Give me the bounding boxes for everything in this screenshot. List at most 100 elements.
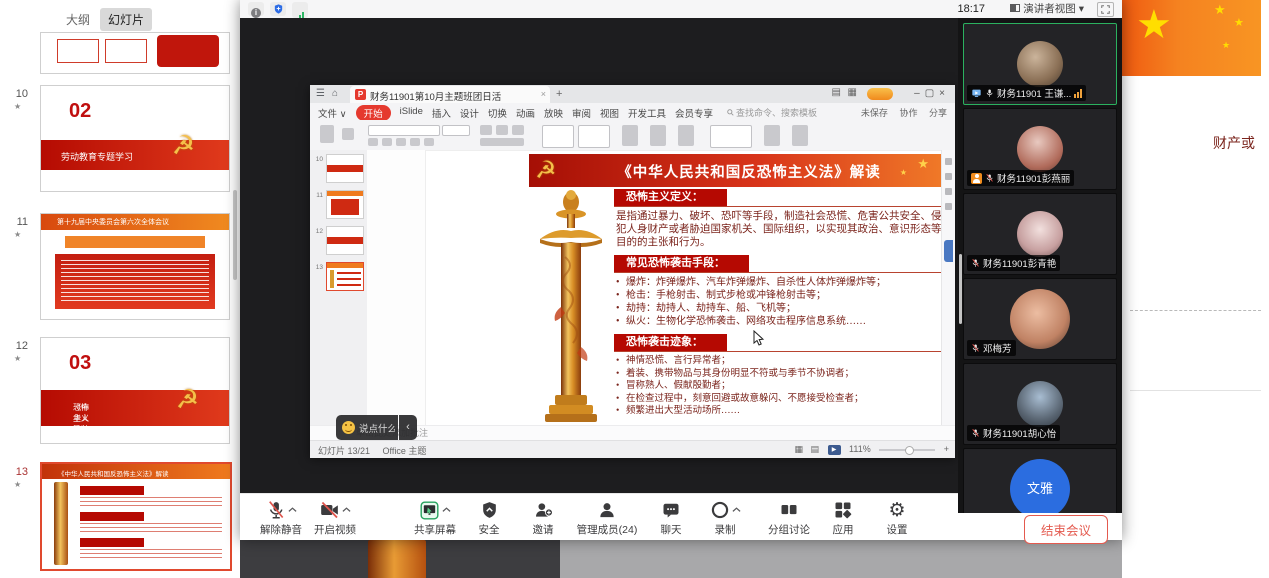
chat-button[interactable]: 聊天 <box>644 498 698 537</box>
wps-right-actions[interactable]: 未保存 协作 分享 <box>852 106 947 119</box>
chat-input[interactable]: 说点什么... <box>336 415 398 440</box>
menu-slideshow[interactable]: 放映 <box>544 106 563 120</box>
apps-button[interactable]: 应用 <box>816 498 870 537</box>
breakout-rooms-button[interactable]: 分组讨论 <box>762 498 816 537</box>
present-button[interactable] <box>764 125 780 146</box>
window-controls[interactable]: –▢× <box>914 88 950 99</box>
shapes-gallery[interactable] <box>542 125 574 148</box>
new-tab-icon[interactable]: + <box>556 88 562 100</box>
layout-button[interactable] <box>650 125 666 146</box>
wps-ribbon[interactable] <box>310 120 955 151</box>
theme-button[interactable] <box>678 125 694 146</box>
paste-icon[interactable] <box>320 125 334 143</box>
tab-list-icon[interactable]: ▤ <box>832 87 841 98</box>
menu-islide[interactable]: iSlide <box>400 106 423 117</box>
font-size-select[interactable] <box>442 125 470 136</box>
network-signal-icon[interactable] <box>292 2 308 18</box>
sorter-view-icon[interactable]: ▤ <box>810 444 819 454</box>
menu-home[interactable]: 开始 <box>356 105 391 121</box>
slide-thumbnail-11[interactable]: 第十九届中央委员会第六次全体会议 <box>40 213 230 320</box>
design-gallery[interactable] <box>710 125 752 148</box>
slide-thumbnail-9-partial[interactable] <box>40 32 230 74</box>
document-tab[interactable]: P 财务11901第10月主题班团日活 × <box>350 86 550 103</box>
layout-grid-icon[interactable]: ▦ <box>848 87 857 98</box>
menu-review[interactable]: 审阅 <box>572 106 591 120</box>
zoom-slider[interactable] <box>879 449 935 451</box>
end-meeting-button[interactable]: 结束会议 <box>1024 515 1108 544</box>
font-select[interactable] <box>368 125 440 136</box>
expand-tab-icon[interactable] <box>944 240 953 262</box>
participants-scrollbar[interactable] <box>959 254 962 324</box>
align-center-icon[interactable] <box>496 125 508 135</box>
participant-video-tile[interactable]: 文雅 <box>963 448 1117 513</box>
menu-animation[interactable]: 动画 <box>516 106 535 120</box>
slideshow-icon[interactable]: ▶ <box>828 445 841 455</box>
security-button[interactable]: 安全 <box>462 498 516 537</box>
participant-video-tile[interactable]: 财务11901彭青艳 <box>963 193 1117 275</box>
menu-member[interactable]: 会员专享 <box>675 106 713 120</box>
collapse-icon[interactable]: ‹ <box>399 415 417 440</box>
participant-video-tile[interactable]: 财务11901彭燕丽 <box>963 108 1117 190</box>
fullscreen-icon[interactable] <box>1097 2 1114 17</box>
meeting-protect-icon[interactable] <box>270 2 286 16</box>
menu-icon[interactable]: ☰ <box>316 89 325 99</box>
textbox-button[interactable] <box>578 125 610 148</box>
slide-thumbnail-13-current[interactable]: 《中华人民共和国反恐怖主义法》解读 <box>40 462 232 571</box>
pane-thumb-13-current[interactable] <box>326 262 364 291</box>
thumb13-section-banner <box>80 486 144 495</box>
slide-thumbnail-12[interactable]: 03 《中华人民共和国反恐怖主义法》解读 ☭ <box>40 337 230 444</box>
menu-view[interactable]: 视图 <box>600 106 619 120</box>
normal-view-icon[interactable]: ▦ <box>794 444 803 454</box>
pane-thumb-11[interactable] <box>326 190 364 219</box>
wps-side-toolbar[interactable] <box>941 150 955 425</box>
format-painter-icon[interactable] <box>342 128 354 140</box>
fit-slide-icon[interactable]: + <box>944 444 949 454</box>
close-tab-icon[interactable]: × <box>541 89 546 99</box>
italic-icon[interactable] <box>382 138 392 146</box>
align-left-icon[interactable] <box>480 125 492 135</box>
pane-thumb-10[interactable] <box>326 154 364 183</box>
chevron-up-icon[interactable] <box>732 507 741 513</box>
participant-video-tile[interactable]: 邓梅芳 <box>963 278 1117 360</box>
new-slide-button[interactable] <box>622 125 638 146</box>
menu-design[interactable]: 设计 <box>460 106 479 120</box>
slide-thumbnail-10[interactable]: 02 劳动教育专题学习 ☭ <box>40 85 230 192</box>
record-button[interactable]: 录制 <box>698 498 752 537</box>
unmute-button[interactable]: 解除静音 <box>254 498 308 537</box>
line-spacing-icon[interactable] <box>480 138 524 146</box>
chevron-up-icon[interactable] <box>442 507 451 513</box>
invite-button[interactable]: 邀请 <box>516 498 570 537</box>
strike-icon[interactable] <box>410 138 420 146</box>
record-circle-icon <box>710 500 730 520</box>
chevron-up-icon[interactable] <box>288 507 297 513</box>
home-icon[interactable]: ⌂ <box>332 89 338 99</box>
pane-thumb-12[interactable] <box>326 226 364 255</box>
highlight-icon[interactable] <box>424 138 434 146</box>
member-badge[interactable] <box>867 88 893 100</box>
settings-button[interactable]: ⚙ 设置 <box>870 498 924 537</box>
menu-devtools[interactable]: 开发工具 <box>628 106 666 120</box>
meeting-info-icon[interactable]: i <box>248 2 264 16</box>
menu-insert[interactable]: 插入 <box>432 106 451 120</box>
chat-bubble-icon <box>661 500 681 520</box>
tab-outline[interactable]: 大纲 <box>58 8 98 31</box>
bold-icon[interactable] <box>368 138 378 146</box>
underline-icon[interactable] <box>396 138 406 146</box>
command-search[interactable]: 查找命令、搜索模板 <box>727 106 817 119</box>
participant-video-tile[interactable]: 财务11901胡心怡 <box>963 363 1117 445</box>
manage-members-button[interactable]: 管理成员(24) <box>570 498 644 537</box>
emoji-icon[interactable] <box>342 421 355 434</box>
participant-video-tile[interactable]: 财务11901 王谦... <box>963 23 1117 105</box>
tab-slides[interactable]: 幻灯片 <box>100 8 152 31</box>
align-right-icon[interactable] <box>512 125 524 135</box>
find-button[interactable] <box>792 125 808 146</box>
start-video-button[interactable]: 开启视频 <box>308 498 362 537</box>
volume-bars-icon <box>1074 88 1082 98</box>
share-screen-button[interactable]: 共享屏幕 <box>408 498 462 537</box>
menu-transition[interactable]: 切换 <box>488 106 507 120</box>
chevron-up-icon[interactable] <box>342 507 351 513</box>
view-mode-selector[interactable]: 演讲者视图 ▾ <box>1006 1 1088 16</box>
thumb13-textlines <box>80 497 222 507</box>
panel-scrollbar[interactable] <box>233 190 237 280</box>
menu-file[interactable]: 文件 ∨ <box>318 106 347 120</box>
